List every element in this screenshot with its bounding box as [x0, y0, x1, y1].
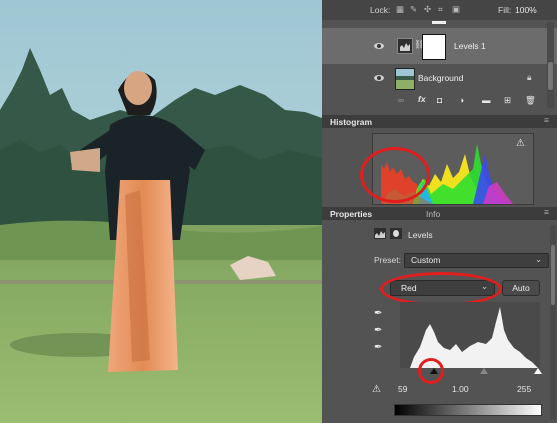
background-thumbnail	[395, 68, 415, 90]
new-layer-icon[interactable]: ⊞	[504, 95, 511, 106]
fill-value[interactable]: 100%	[515, 5, 537, 15]
layer-name[interactable]: Levels 1	[454, 41, 486, 51]
black-point-eyedropper-icon[interactable]: ✒	[374, 308, 382, 319]
fill-label: Fill:	[498, 5, 512, 15]
lock-artboard-icon[interactable]: ⌗	[438, 4, 443, 15]
levels-adjustment-icon	[397, 38, 413, 54]
new-group-icon[interactable]: ▬	[482, 95, 491, 105]
preset-label: Preset:	[374, 255, 401, 265]
auto-label: Auto	[512, 283, 530, 293]
annotation-circle-histogram	[360, 147, 430, 203]
properties-scrollbar[interactable]	[550, 225, 556, 420]
layers-options-bar: Lock: ▦ ✎ ✣ ⌗ ▣ Fill: 100%	[322, 0, 557, 20]
add-mask-icon[interactable]: ◘	[437, 95, 442, 105]
eye-icon[interactable]	[374, 43, 384, 49]
tab-info[interactable]: Info	[426, 209, 440, 219]
layers-scrollbar[interactable]	[547, 22, 554, 108]
adjustment-name: Levels	[408, 230, 433, 240]
input-gamma-value[interactable]: 1.00	[452, 384, 469, 394]
output-levels-gradient[interactable]	[394, 404, 542, 416]
annotation-circle-black-point	[418, 358, 444, 384]
input-white-value[interactable]: 255	[517, 384, 531, 394]
layers-toolbar: ∞ fx ◘ ◑ ▬ ⊞ 🗑︎	[322, 92, 557, 110]
preset-select[interactable]: Custom ⌄	[404, 253, 549, 268]
photo-image	[0, 0, 322, 423]
layer-mask-indicator	[322, 19, 557, 27]
input-black-value[interactable]: 59	[398, 384, 407, 394]
trash-icon[interactable]: 🗑︎	[525, 95, 536, 106]
histogram-panel-header: Histogram ≡	[322, 115, 557, 128]
preset-row: Preset: Custom ⌄	[322, 252, 557, 268]
layer-row-levels[interactable]: ⛓ Levels 1	[322, 28, 557, 64]
photo-canvas[interactable]	[0, 0, 322, 423]
levels-histogram	[400, 302, 540, 368]
white-point-handle[interactable]	[534, 368, 542, 374]
link-layers-icon[interactable]: ∞	[398, 95, 404, 105]
lock-label: Lock:	[370, 5, 391, 15]
layer-row-background[interactable]: Background 🔒︎	[322, 66, 557, 90]
mask-icon[interactable]	[390, 228, 402, 239]
tab-properties[interactable]: Properties	[330, 209, 372, 219]
clipping-warning-icon[interactable]: ⚠	[372, 384, 381, 395]
chevron-down-icon: ⌄	[535, 254, 543, 264]
gamma-handle[interactable]	[480, 368, 488, 374]
properties-levels-header: Levels	[322, 225, 557, 243]
lock-icon: 🔒︎	[527, 72, 532, 82]
fx-icon[interactable]: fx	[418, 94, 426, 104]
annotation-oval-channel	[380, 272, 502, 306]
layers-properties-panel: Lock: ▦ ✎ ✣ ⌗ ▣ Fill: 100% ⛓ Levels 1 Ba…	[322, 0, 557, 423]
lock-move-icon[interactable]: ✣	[424, 4, 431, 15]
layer-name[interactable]: Background	[418, 73, 463, 83]
lock-all-icon[interactable]: ▣	[452, 4, 460, 15]
lock-paint-icon[interactable]: ✎	[410, 4, 417, 15]
properties-panel-header: Properties Info ≡	[322, 207, 557, 220]
layer-mask-thumbnail[interactable]	[422, 34, 446, 60]
white-point-eyedropper-icon[interactable]: ✒	[374, 342, 382, 353]
adjustment-layer-icon[interactable]: ◑	[459, 95, 464, 105]
panel-menu-icon[interactable]: ≡	[544, 115, 549, 125]
warning-icon[interactable]: ⚠	[516, 138, 525, 149]
preset-value: Custom	[411, 255, 441, 265]
auto-button[interactable]: Auto	[502, 280, 540, 296]
eye-icon[interactable]	[374, 75, 384, 81]
lock-transparent-icon[interactable]: ▦	[396, 4, 404, 15]
gray-point-eyedropper-icon[interactable]: ✒	[374, 325, 382, 336]
levels-icon	[374, 228, 386, 239]
histogram-title: Histogram	[330, 117, 373, 127]
panel-menu-icon[interactable]: ≡	[544, 207, 549, 217]
